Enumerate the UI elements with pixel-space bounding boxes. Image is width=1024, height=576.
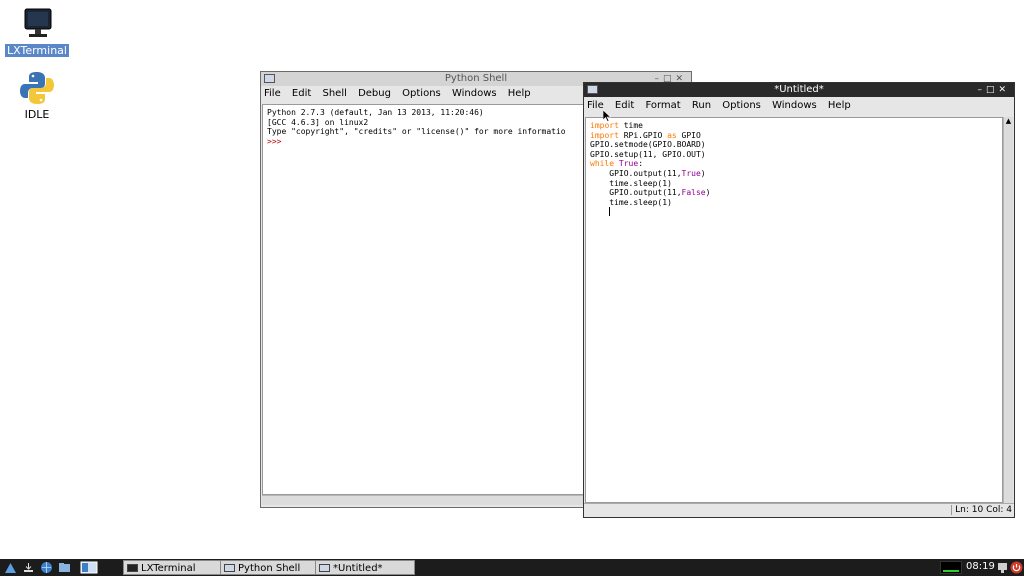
shell-line: Python 2.7.3 (default, Jan 13 2013, 11:2… <box>267 108 484 117</box>
python-logo-icon <box>17 70 57 106</box>
menu-edit[interactable]: Edit <box>292 88 311 99</box>
terminal-icon <box>127 564 138 572</box>
menu-run[interactable]: Run <box>692 100 711 111</box>
menu-edit[interactable]: Edit <box>615 100 634 111</box>
taskbar-item-lxterminal[interactable]: LXTerminal <box>123 560 221 575</box>
window-title: Python Shell <box>444 73 508 84</box>
code-builtin: True <box>618 159 639 169</box>
cursor-position: Ln: 10 Col: 4 <box>951 505 1012 515</box>
status-bar: Ln: 10 Col: 4 <box>584 503 1014 517</box>
menu-file[interactable]: File <box>587 100 604 111</box>
code-builtin: True <box>681 168 701 178</box>
text-cursor <box>609 207 611 217</box>
close-icon[interactable]: ✕ <box>998 85 1010 95</box>
network-icon[interactable] <box>996 561 1009 574</box>
monitor-icon <box>17 6 57 42</box>
code-keyword: as <box>667 130 677 140</box>
code-builtin: False <box>681 188 706 198</box>
code-text: time.sleep(1) <box>590 178 672 188</box>
menu-bar: File Edit Format Run Options Windows Hel… <box>584 97 1014 114</box>
code-text: GPIO <box>676 130 701 140</box>
taskbar-item-python-shell[interactable]: Python Shell <box>220 560 316 575</box>
window-icon <box>319 564 330 572</box>
menu-shell[interactable]: Shell <box>322 88 346 99</box>
code-text: RPi.GPIO <box>618 130 668 140</box>
code-text: time.sleep(1) <box>590 197 672 207</box>
code-keyword: import <box>590 130 619 140</box>
cpu-monitor <box>940 561 962 574</box>
code-text: GPIO.setup(11, GPIO.OUT) <box>590 149 706 159</box>
taskbar-item-label: Python Shell <box>238 563 301 574</box>
desktop-icon-idle[interactable]: IDLE <box>5 70 69 121</box>
scroll-up-icon[interactable]: ▲ <box>1004 117 1013 127</box>
code-editor[interactable]: import time import RPi.GPIO as GPIO GPIO… <box>585 117 1003 503</box>
code-text: GPIO.output(11, <box>590 168 682 178</box>
code-keyword: import <box>590 121 619 130</box>
window-title: *Untitled* <box>774 84 824 95</box>
file-manager-icon[interactable] <box>58 561 71 574</box>
menu-windows[interactable]: Windows <box>452 88 497 99</box>
window-controls[interactable]: –□✕ <box>977 83 1010 97</box>
code-text: time <box>618 121 643 130</box>
browser-icon[interactable] <box>40 561 53 574</box>
shell-line: [GCC 4.6.3] on linux2 <box>267 117 369 127</box>
window-icon <box>587 85 598 94</box>
vertical-scrollbar[interactable]: ▲ <box>1003 117 1013 503</box>
title-bar[interactable]: *Untitled* –□✕ <box>584 83 1014 97</box>
window-icon <box>264 74 275 83</box>
code-text: : <box>638 159 644 169</box>
menu-help[interactable]: Help <box>828 100 851 111</box>
desktop-icon-label: IDLE <box>24 108 50 121</box>
menu-windows[interactable]: Windows <box>772 100 817 111</box>
taskbar-item-label: LXTerminal <box>141 563 196 574</box>
minimize-icon[interactable]: – <box>977 85 986 95</box>
menu-file[interactable]: File <box>264 88 281 99</box>
menu-options[interactable]: Options <box>402 88 441 99</box>
code-text: ) <box>705 188 711 198</box>
taskbar-item-untitled[interactable]: *Untitled* <box>315 560 415 575</box>
menu-debug[interactable]: Debug <box>358 88 391 99</box>
editor-window[interactable]: *Untitled* –□✕ File Edit Format Run Opti… <box>583 82 1015 518</box>
menu-format[interactable]: Format <box>645 100 680 111</box>
menu-help[interactable]: Help <box>508 88 531 99</box>
taskbar: LXTerminal Python Shell *Untitled* 08:19 <box>0 559 1024 576</box>
start-menu-icon[interactable] <box>4 561 17 574</box>
code-text: GPIO.setmode(GPIO.BOARD) <box>590 140 706 150</box>
power-icon[interactable] <box>1010 561 1023 574</box>
code-keyword: while <box>590 159 615 169</box>
desktop-icon-label: LXTerminal <box>5 44 69 57</box>
code-text: ) <box>700 168 706 178</box>
maximize-icon[interactable]: □ <box>986 85 999 95</box>
code-text: GPIO.output(11, <box>590 188 682 198</box>
window-icon <box>224 564 235 572</box>
menu-options[interactable]: Options <box>722 100 761 111</box>
taskbar-item-label: *Untitled* <box>333 563 383 574</box>
desktop-switch-icon[interactable] <box>80 561 98 574</box>
minimize-all-icon[interactable] <box>22 561 35 574</box>
clock[interactable]: 08:19 <box>966 561 995 572</box>
shell-prompt: >>> <box>267 136 282 146</box>
shell-line: Type "copyright", "credits" or "license(… <box>267 127 566 137</box>
desktop-icon-lxterminal[interactable]: LXTerminal <box>5 6 69 57</box>
mouse-pointer-icon <box>603 110 611 122</box>
